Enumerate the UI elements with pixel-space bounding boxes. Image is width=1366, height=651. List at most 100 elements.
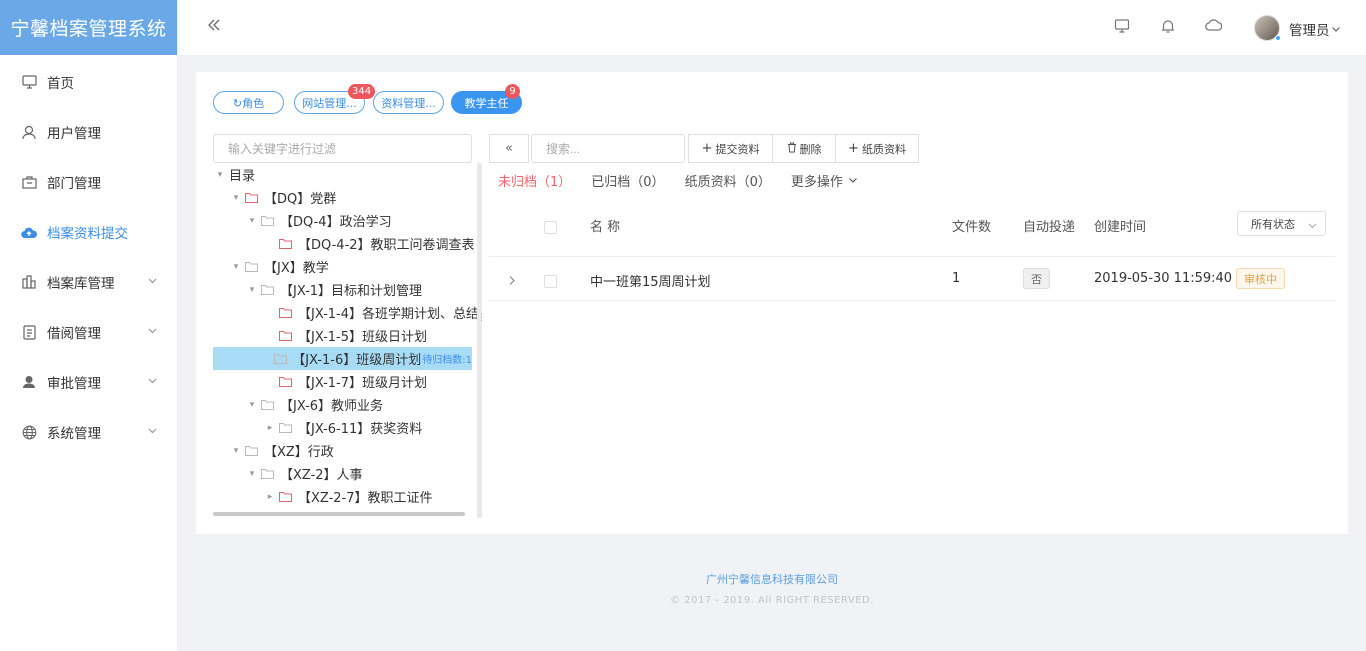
tree-node[interactable]: ▾ 【JX-6】教师业务 [247, 393, 383, 416]
expand-row-icon[interactable] [508, 275, 517, 286]
tree-node-label: 【XZ】行政 [264, 445, 334, 460]
resize-handle[interactable]: ⋮ [477, 313, 486, 323]
search-input[interactable] [531, 134, 685, 163]
tag-teaching-director[interactable]: 教学主任 9 [451, 84, 522, 114]
caret-down-icon[interactable]: ▾ [247, 216, 257, 226]
column-header-auto-push: 自动投递 [1023, 220, 1076, 235]
folder-icon [245, 192, 259, 204]
bell-icon[interactable] [1160, 18, 1178, 36]
chevron-down-icon [147, 374, 159, 386]
sidebar-menu: 首页 用户管理 部门管理 档案资料提交 档案库管理 借阅管理 审批管理 系统管理 [0, 57, 177, 457]
folder-icon [279, 330, 293, 342]
submit-material-button[interactable]: + 提交资料 [688, 134, 773, 163]
plus-icon: + [848, 141, 859, 156]
table-header-divider [489, 256, 1335, 257]
tree-node-label: 【JX-6】教师业务 [280, 399, 384, 414]
tree-node[interactable]: ▸ 【XZ-2-7】教职工证件 [265, 485, 433, 508]
tree-node-label: 【JX-1-5】班级日计划 [298, 330, 428, 345]
tag-material-management[interactable]: 资料管理... [373, 91, 444, 114]
tree-node[interactable]: ▾ 【DQ-4】政治学习 [247, 209, 392, 232]
button-label: 删除 [799, 142, 822, 156]
sidebar-item-label: 借阅管理 [47, 326, 101, 342]
sidebar-item-approval[interactable]: 审批管理 [0, 357, 177, 407]
caret-down-icon[interactable]: ▾ [247, 469, 257, 479]
username[interactable]: 管理员 [1289, 19, 1330, 39]
sidebar-item-label: 系统管理 [47, 426, 101, 442]
tree-node-label: 【XZ-2-7】教职工证件 [298, 491, 433, 506]
tag-role[interactable]: ↻角色 [213, 91, 284, 114]
footer-company: 广州宁馨信息科技有限公司 [706, 573, 838, 586]
sidebar-item-department[interactable]: 部门管理 [0, 157, 177, 207]
tree-filter-input[interactable] [213, 134, 472, 163]
chevron-down-icon [147, 424, 159, 436]
tag-label: ↻角色 [232, 96, 265, 110]
status-filter-select[interactable]: 所有状态 [1237, 211, 1326, 236]
row-checkbox[interactable] [544, 275, 557, 288]
tree-node-label: 【JX-1-6】班级周计划 [292, 353, 422, 368]
main-card: ↻角色 网站管理...344 资料管理... 教学主任9 ▾目录▾【DQ】党群▾… [196, 72, 1348, 534]
caret-down-icon[interactable]: ▾ [231, 193, 241, 203]
tree-node-label: 【XZ-2】人事 [280, 468, 363, 483]
row-name[interactable]: 中一班第15周周计划 [590, 271, 711, 290]
chevron-down-icon[interactable] [1331, 23, 1341, 33]
sidebar-item-home[interactable]: 首页 [0, 57, 177, 107]
cloud-icon[interactable] [1205, 18, 1223, 36]
tab-archived[interactable]: 已归档（0） [591, 171, 664, 190]
tree-node-label: 【JX】教学 [264, 261, 329, 276]
tree-node-label: 【DQ-4】政治学习 [280, 215, 392, 230]
sidebar-item-system[interactable]: 系统管理 [0, 407, 177, 457]
sidebar-item-borrow[interactable]: 借阅管理 [0, 307, 177, 357]
paper-material-button[interactable]: + 纸质资料 [835, 134, 919, 163]
caret-down-icon[interactable]: ▾ [231, 262, 241, 272]
sidebar-item-archive-library[interactable]: 档案库管理 [0, 257, 177, 307]
top-header: 管理员 [178, 0, 1366, 55]
folder-icon [261, 468, 275, 480]
tree-node[interactable]: 【JX-1-4】各班学期计划、总结 [265, 301, 478, 324]
tree-node-label: 目录 [229, 169, 256, 184]
more-actions-dropdown[interactable]: 更多操作 [791, 171, 858, 190]
caret-down-icon[interactable]: ▾ [215, 170, 225, 180]
chevron-down-icon [147, 274, 159, 286]
tree-node-label: 【DQ-4-2】教职工问卷调查表 [298, 238, 475, 253]
tree-node[interactable]: ▾ 【JX-1】目标和计划管理 [247, 278, 422, 301]
tree-node[interactable]: ▾ 【JX】教学 [231, 255, 329, 278]
tab-unarchived[interactable]: 未归档（1） [498, 171, 571, 190]
folder-icon [279, 238, 293, 250]
tree-node[interactable]: 【JX-1-6】班级周计划 待归档数:1 [213, 347, 472, 370]
tree-node-label: 【DQ】党群 [264, 192, 337, 207]
monitor-icon[interactable] [1114, 18, 1132, 36]
tree-node-label: 【JX-1-7】班级月计划 [298, 376, 428, 391]
tag-site-management[interactable]: 网站管理... 344 [294, 84, 376, 114]
sidebar-item-users[interactable]: 用户管理 [0, 107, 177, 157]
collapse-sidebar-icon[interactable] [206, 17, 224, 35]
delete-button[interactable]: 删除 [772, 134, 836, 163]
tree-node[interactable]: ▾ 【XZ-2】人事 [247, 462, 363, 485]
caret-down-icon[interactable]: ▾ [247, 400, 257, 410]
column-header-created: 创建时间 [1094, 220, 1147, 235]
caret-right-icon[interactable]: ▸ [265, 423, 275, 433]
plus-icon: + [701, 141, 713, 156]
folder-icon [279, 307, 293, 319]
tag-label: 资料管理... [381, 96, 436, 110]
tree-vertical-scrollbar[interactable] [477, 163, 482, 518]
trash-icon [787, 142, 797, 156]
column-header-name: 名 称 [590, 220, 621, 235]
tree-node[interactable]: ▸ 【JX-6-11】获奖资料 [265, 416, 423, 439]
status-badge: 审核中 [1236, 268, 1285, 289]
tree-node[interactable]: ▾ 【XZ】行政 [231, 439, 334, 462]
tree-node[interactable]: 【DQ-4-2】教职工问卷调查表 [265, 232, 475, 255]
tree-node[interactable]: 【JX-1-5】班级日计划 [265, 324, 427, 347]
caret-down-icon[interactable]: ▾ [247, 285, 257, 295]
select-all-checkbox[interactable] [544, 221, 557, 234]
caret-down-icon[interactable]: ▾ [231, 446, 241, 456]
folder-icon [245, 261, 259, 273]
tab-paper[interactable]: 纸质资料（0） [685, 171, 771, 190]
caret-right-icon[interactable]: ▸ [265, 492, 275, 502]
tree-node[interactable]: ▾ 【DQ】党群 [231, 186, 337, 209]
tree-node[interactable]: ▾ 目录 [215, 163, 255, 186]
tree-horizontal-scrollbar[interactable] [213, 512, 465, 516]
sidebar-item-label: 档案资料提交 [47, 226, 128, 242]
tree-node[interactable]: 【JX-1-7】班级月计划 [265, 370, 427, 393]
collapse-tree-button[interactable]: « [489, 134, 529, 163]
sidebar-item-archive-submit[interactable]: 档案资料提交 [0, 207, 177, 257]
